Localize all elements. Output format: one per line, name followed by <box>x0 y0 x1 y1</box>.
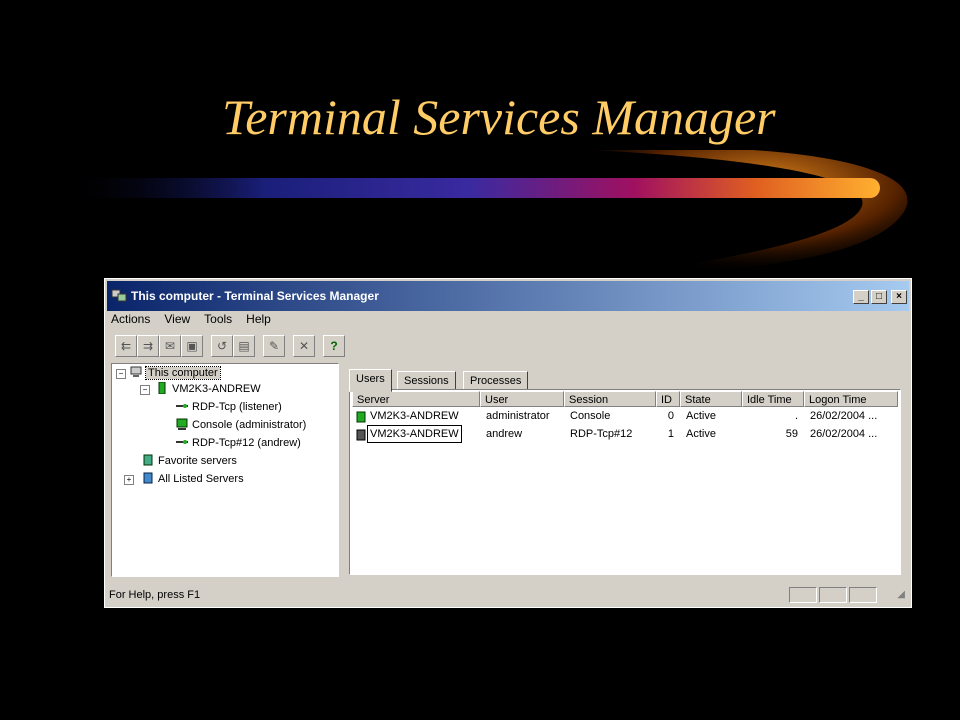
column-header-id[interactable]: ID <box>656 391 680 407</box>
column-header-state[interactable]: State <box>680 391 742 407</box>
favorite-servers-icon <box>143 454 153 466</box>
end-process-icon[interactable]: ✕ <box>293 335 315 357</box>
disconnect-icon[interactable]: ⇉ <box>137 335 159 357</box>
expand-toggle[interactable]: + <box>124 475 134 485</box>
cell-user: andrew <box>486 428 523 440</box>
connect-icon[interactable]: ⇇ <box>115 335 137 357</box>
cell-user: administrator <box>486 410 550 422</box>
menu-actions[interactable]: Actions <box>111 312 150 326</box>
logoff-icon[interactable]: ✎ <box>263 335 285 357</box>
cell-session: Console <box>570 410 611 422</box>
cell-session: RDP-Tcp#12 <box>570 428 633 440</box>
cell-state: Active <box>686 410 716 422</box>
cell-idle-time: . <box>794 410 798 422</box>
tab-users[interactable]: Users <box>349 369 392 392</box>
resize-grip-icon[interactable]: ◢ <box>897 589 905 600</box>
tree-node-all-listed[interactable]: All Listed Servers <box>142 471 244 487</box>
tree-node-console[interactable]: Console (administrator) <box>176 417 306 433</box>
cell-id: 1 <box>667 428 674 440</box>
minimize-button[interactable]: _ <box>853 290 869 304</box>
status-panel <box>789 587 817 603</box>
slide-title: Terminal Services Manager <box>222 89 776 145</box>
user-icon <box>356 429 366 441</box>
connector-icon <box>176 440 188 444</box>
refresh-icon[interactable]: ? <box>323 335 345 357</box>
column-header-idle-time[interactable]: Idle Time <box>742 391 804 407</box>
tree-node-server[interactable]: VM2K3-ANDREW <box>156 381 261 397</box>
connector-icon <box>176 404 188 408</box>
maximize-button[interactable]: □ <box>871 290 887 304</box>
status-bar: For Help, press F1 ◢ <box>107 585 909 605</box>
server-icon <box>158 382 166 394</box>
menu-bar: Actions View Tools Help <box>111 312 285 330</box>
menu-help[interactable]: Help <box>246 312 271 326</box>
decorative-swoosh <box>60 150 908 275</box>
column-header-logon-time[interactable]: Logon Time <box>804 391 898 407</box>
column-header-server[interactable]: Server <box>352 391 480 407</box>
cell-logon-time: 26/02/2004 ... <box>810 410 878 422</box>
tsm-window: This computer - Terminal Services Manage… <box>104 278 912 608</box>
menu-view[interactable]: View <box>164 312 190 326</box>
menu-tools[interactable]: Tools <box>204 312 232 326</box>
column-header-user[interactable]: User <box>480 391 564 407</box>
title-bar[interactable]: This computer - Terminal Services Manage… <box>107 281 909 311</box>
cell-server: VM2K3-ANDREW <box>370 410 459 422</box>
server-tree: − This computer − VM2K3-ANDREW RDP-Tcp (… <box>111 363 339 577</box>
tree-node-rdp-session[interactable]: RDP-Tcp#12 (andrew) <box>176 435 301 451</box>
window-title: This computer - Terminal Services Manage… <box>131 289 379 303</box>
computer-icon <box>130 366 142 377</box>
status-icon[interactable]: ▤ <box>233 335 255 357</box>
tab-sessions[interactable]: Sessions <box>397 371 456 391</box>
tree-node-this-computer[interactable]: This computer <box>130 365 221 381</box>
user-icon <box>356 411 366 423</box>
status-text: For Help, press F1 <box>109 589 201 601</box>
cell-server: VM2K3-ANDREW <box>367 425 462 443</box>
tree-node-favorites[interactable]: Favorite servers <box>142 453 237 469</box>
collapse-toggle[interactable]: − <box>116 369 126 379</box>
status-panel <box>819 587 847 603</box>
listed-servers-icon <box>143 472 153 484</box>
cell-state: Active <box>686 428 716 440</box>
console-icon <box>176 418 188 430</box>
collapse-toggle[interactable]: − <box>140 385 150 395</box>
toolbar: ⇇ ⇉ ✉ ▣ ↺ ▤ ✎ ✕ ? <box>111 333 905 359</box>
terminal-services-icon <box>111 289 127 302</box>
reset-icon[interactable]: ↺ <box>211 335 233 357</box>
cell-logon-time: 26/02/2004 ... <box>810 428 878 440</box>
send-message-icon[interactable]: ✉ <box>159 335 181 357</box>
remote-control-icon[interactable]: ▣ <box>181 335 203 357</box>
tree-node-listener[interactable]: RDP-Tcp (listener) <box>176 399 282 415</box>
close-button[interactable]: × <box>891 290 907 304</box>
details-pane: Users Sessions Processes Server User Ses… <box>343 363 907 577</box>
cell-id: 0 <box>667 410 674 422</box>
cell-idle-time: 59 <box>785 428 798 440</box>
status-panel <box>849 587 877 603</box>
users-list: Server User Session ID State Idle Time L… <box>349 389 901 575</box>
column-header-session[interactable]: Session <box>564 391 656 407</box>
tab-processes[interactable]: Processes <box>463 371 529 391</box>
